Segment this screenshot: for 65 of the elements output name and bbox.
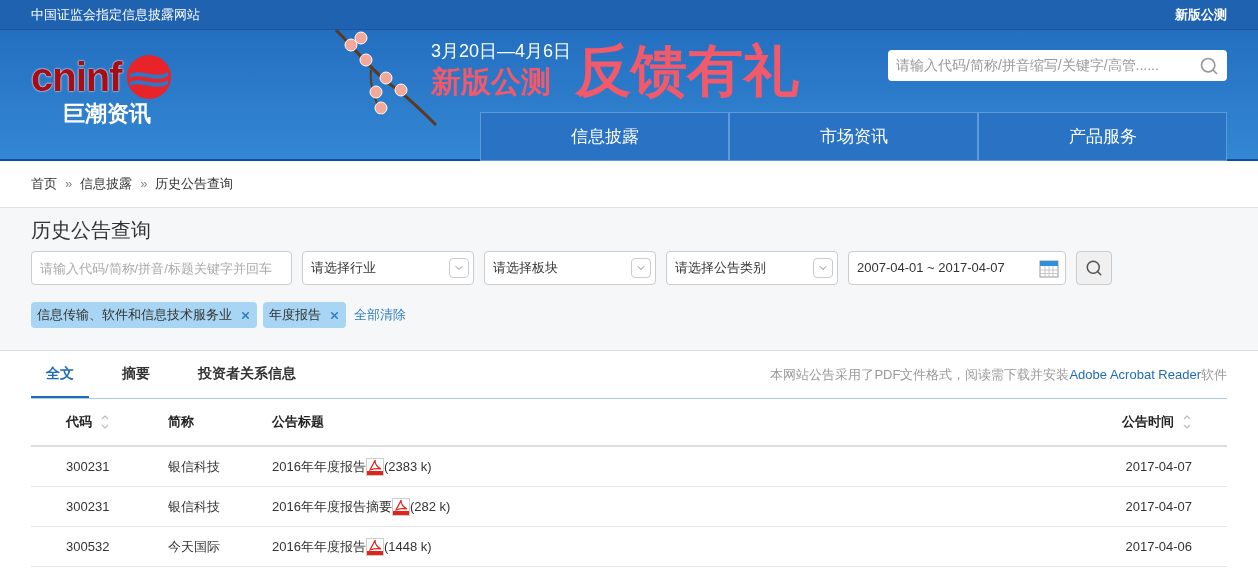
- breadcrumb-separator: »: [140, 175, 148, 194]
- search-icon[interactable]: [1085, 259, 1103, 277]
- sort-icon[interactable]: [100, 413, 110, 431]
- dropdown-caret-icon[interactable]: [449, 258, 469, 278]
- banner-dates: 3月20日—4月6日: [431, 40, 572, 63]
- page-title: 历史公告查询: [31, 218, 152, 243]
- column-header: 公告标题: [272, 413, 324, 432]
- nav-tab[interactable]: 产品服务: [978, 112, 1227, 161]
- site-tagline: 中国证监会指定信息披露网站: [31, 5, 200, 24]
- banner-headline: 反馈有礼: [575, 42, 800, 98]
- pdf-icon[interactable]: [365, 457, 384, 476]
- filter-tag[interactable]: 年度报告: [263, 302, 346, 328]
- date-cell-text: 2017-04-07: [1125, 457, 1192, 476]
- nav-tab[interactable]: 市场资讯: [729, 112, 978, 161]
- clear-all-link[interactable]: 全部清除: [354, 305, 406, 325]
- breadcrumb-separator: »: [65, 175, 73, 194]
- logo-emblem-icon: [125, 53, 172, 100]
- code-cell: 300231: [66, 498, 110, 514]
- logo[interactable]: cninf 巨潮资讯: [31, 53, 211, 128]
- file-size: (1448 k): [383, 537, 432, 556]
- column-header[interactable]: 公告时间: [1122, 412, 1192, 432]
- name-cell: 今天国际: [168, 538, 220, 554]
- pdf-icon[interactable]: [365, 537, 384, 556]
- breadcrumb-link[interactable]: 信息披露: [80, 174, 133, 194]
- code-cell: 300532: [66, 538, 110, 554]
- column-header: 简称: [168, 413, 194, 432]
- nav-tab[interactable]: 信息披露: [480, 112, 729, 161]
- breadcrumb-link[interactable]: 历史公告查询: [155, 174, 234, 194]
- banner-slogan: 新版公测: [431, 62, 552, 100]
- name-cell: 银信科技: [168, 498, 220, 514]
- name-cell: 银信科技: [168, 458, 220, 474]
- acrobat-reader-link[interactable]: Adobe Acrobat Reader: [1069, 366, 1201, 382]
- content-tab[interactable]: 摘要: [107, 351, 165, 398]
- announcement-link[interactable]: 2016年年度报告: [272, 456, 366, 477]
- pdf-icon[interactable]: [391, 497, 410, 516]
- content-tab[interactable]: 全文: [31, 351, 89, 398]
- dropdown-caret-icon[interactable]: [813, 258, 833, 278]
- calendar-icon[interactable]: [1039, 258, 1059, 278]
- file-size: (2383 k): [383, 457, 432, 476]
- announcement-link[interactable]: 2016年年度报告摘要: [272, 496, 392, 517]
- filter-tag[interactable]: 信息传输、软件和信息技术服务业: [31, 302, 257, 328]
- logo-wordmark: cninf: [31, 56, 122, 97]
- date-cell-text: 2017-04-07: [1125, 497, 1192, 516]
- announcement-link[interactable]: 2016年年度报告: [272, 536, 366, 557]
- search-icon[interactable]: [1199, 55, 1219, 76]
- column-header[interactable]: 代码: [66, 412, 110, 432]
- date-cell-text: 2017-04-06: [1125, 537, 1192, 556]
- remove-icon[interactable]: [240, 309, 251, 321]
- dropdown-caret-icon[interactable]: [631, 258, 651, 278]
- logo-name: 巨潮资讯: [63, 99, 151, 128]
- select-field[interactable]: 请选择板块: [484, 251, 656, 285]
- select-field[interactable]: 请选择行业: [302, 251, 474, 285]
- remove-icon[interactable]: [329, 309, 340, 321]
- select-field[interactable]: 请选择公告类别: [666, 251, 838, 285]
- breadcrumb-link[interactable]: 首页: [31, 174, 57, 194]
- code-cell: 300231: [66, 458, 110, 474]
- search-button[interactable]: [1076, 251, 1112, 285]
- site-search-field[interactable]: 请输入代码/简称/拼音缩写/关键字/高管......: [888, 50, 1227, 81]
- beta-link[interactable]: 新版公测: [1175, 4, 1227, 25]
- content-tab[interactable]: 投资者关系信息: [183, 351, 311, 398]
- sort-icon[interactable]: [1182, 413, 1192, 431]
- date-range-field[interactable]: 2007-04-01 ~ 2017-04-07: [848, 251, 1066, 285]
- file-size: (282 k): [409, 497, 451, 516]
- keyword-field[interactable]: 请输入代码/简称/拼音/标题关键字并回车: [31, 251, 292, 285]
- pdf-notice: 本网站公告采用了PDF文件格式，阅读需下载并安装Adobe Acrobat Reader软件: [770, 365, 1227, 384]
